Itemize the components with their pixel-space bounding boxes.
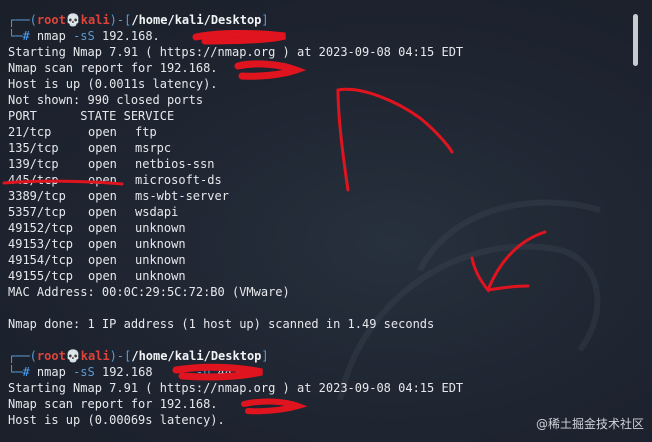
- command-port: 445: [217, 365, 240, 379]
- port-row: 49154/tcp open unknown: [8, 252, 622, 268]
- prompt-path: /home/kali/Desktop: [131, 13, 262, 27]
- output-mac: MAC Address: 00:0C:29:5C:72:B0 (VMware): [8, 285, 290, 299]
- watermark-text: @稀土掘金技术社区: [535, 417, 644, 431]
- port-state: open: [88, 253, 117, 267]
- port-number: 5357/tcp: [8, 205, 66, 219]
- port-number: 3389/tcp: [8, 189, 66, 203]
- output-done: Nmap done: 1 IP address (1 host up) scan…: [8, 317, 435, 331]
- port-service: netbios-ssn: [135, 157, 215, 171]
- port-row: 139/tcp open netbios-ssn: [8, 156, 622, 172]
- output2-hostup: Host is up (0.00069s latency).: [8, 413, 225, 427]
- scrollbar-thumb[interactable]: [633, 14, 638, 66]
- port-number: 139/tcp: [8, 157, 59, 171]
- port-state: open: [88, 125, 117, 139]
- port-row: 49155/tcp open unknown: [8, 268, 622, 284]
- port-row: 49153/tcp open unknown: [8, 236, 622, 252]
- prompt-host: kali: [80, 349, 110, 363]
- port-service: unknown: [135, 221, 186, 235]
- prompt-user: root: [36, 13, 66, 27]
- port-state: open: [88, 157, 117, 171]
- port-service: unknown: [135, 237, 186, 251]
- port-service: ftp: [135, 125, 157, 139]
- port-state: open: [88, 237, 117, 251]
- command-name: nmap: [36, 29, 66, 43]
- command-flag: -sS: [73, 365, 95, 379]
- port-service: wsdapi: [135, 205, 179, 219]
- ports-table: 21/tcp open ftp 135/tcp open msrpc 139/tcp open…: [8, 124, 622, 284]
- command-target: 192.168: [101, 365, 153, 379]
- command-port-flag: -p: [195, 365, 211, 379]
- terminal-window[interactable]: ┌──(root💀kali)-[/home/kali/Desktop] └─# …: [0, 0, 652, 442]
- command-line-2[interactable]: └─# nmap -sS 192.168 -p 445: [8, 364, 622, 380]
- port-row: 3389/tcp open ms-wbt-server: [8, 188, 622, 204]
- port-state: open: [88, 205, 117, 219]
- port-number: 135/tcp: [8, 141, 59, 155]
- ports-header: PORT STATE SERVICE: [8, 109, 175, 123]
- command-target: 192.168.: [101, 29, 160, 43]
- port-number: 49155/tcp: [8, 269, 74, 283]
- command-flag: -sS: [73, 29, 95, 43]
- port-state: open: [88, 173, 117, 187]
- port-service: unknown: [135, 269, 186, 283]
- prompt-path: /home/kali/Desktop: [131, 349, 262, 363]
- port-service: msrpc: [135, 141, 172, 155]
- port-number: 21/tcp: [8, 125, 52, 139]
- prompt-host: kali: [80, 13, 110, 27]
- port-number: 49152/tcp: [8, 221, 74, 235]
- port-number: 49154/tcp: [8, 253, 74, 267]
- output-starting: Starting Nmap 7.91 ( https://nmap.org ) …: [8, 45, 464, 59]
- port-row: 135/tcp open msrpc: [8, 140, 622, 156]
- skull-icon: 💀: [65, 349, 81, 363]
- output2-report: Nmap scan report for 192.168.: [8, 397, 218, 411]
- port-state: open: [88, 189, 117, 203]
- port-number: 445/tcp: [8, 173, 59, 187]
- port-service: ms-wbt-server: [135, 189, 229, 203]
- port-row: 21/tcp open ftp: [8, 124, 622, 140]
- prompt-user: root: [36, 349, 66, 363]
- port-row: 445/tcp open microsoft-ds: [8, 172, 622, 188]
- port-state: open: [88, 269, 117, 283]
- command-line-1[interactable]: └─# nmap -sS 192.168.: [8, 28, 622, 44]
- port-state: open: [88, 141, 117, 155]
- prompt-line-1: ┌──(root💀kali)-[/home/kali/Desktop]: [8, 13, 269, 27]
- port-row: 49152/tcp open unknown: [8, 220, 622, 236]
- port-service: microsoft-ds: [135, 173, 222, 187]
- prompt-line-2: ┌──(root💀kali)-[/home/kali/Desktop]: [8, 349, 269, 363]
- output-hostup: Host is up (0.0011s latency).: [8, 77, 218, 91]
- port-service: unknown: [135, 253, 186, 267]
- output-notshown: Not shown: 990 closed ports: [8, 93, 204, 107]
- port-state: open: [88, 221, 117, 235]
- port-number: 49153/tcp: [8, 237, 74, 251]
- output-report: Nmap scan report for 192.168.: [8, 61, 218, 75]
- output2-starting: Starting Nmap 7.91 ( https://nmap.org ) …: [8, 381, 464, 395]
- port-row: 5357/tcp open wsdapi: [8, 204, 622, 220]
- command-name: nmap: [36, 365, 66, 379]
- skull-icon: 💀: [65, 13, 81, 27]
